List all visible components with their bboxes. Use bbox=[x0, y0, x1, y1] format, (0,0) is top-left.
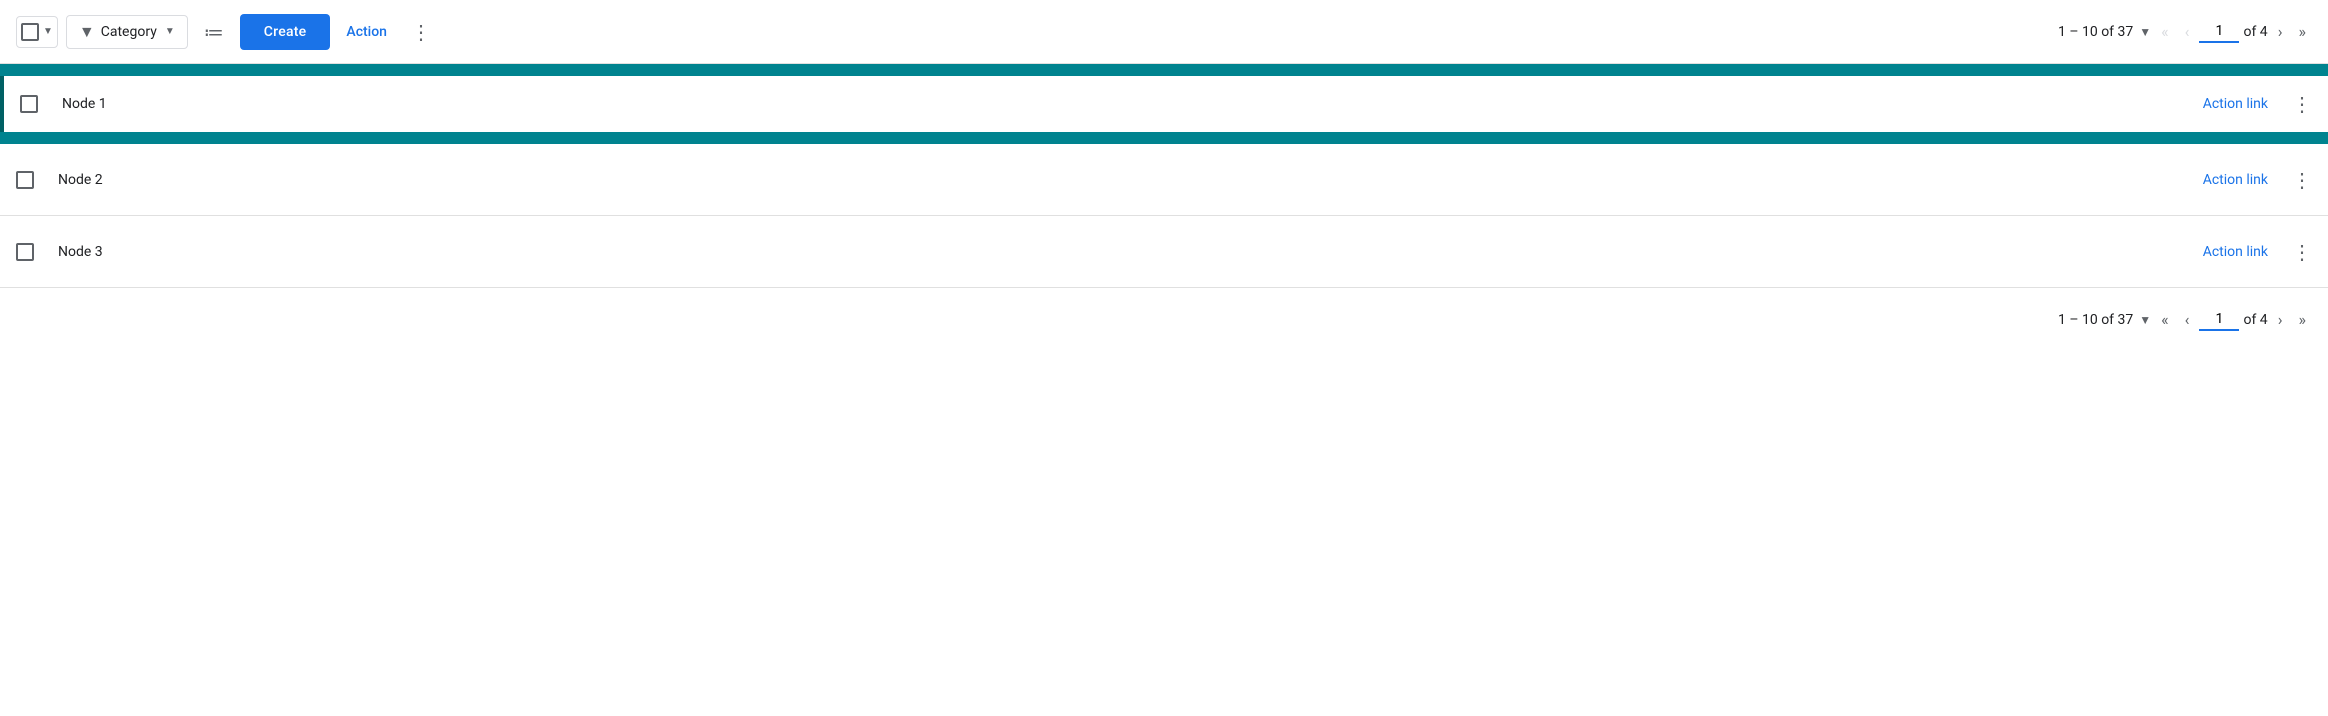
pagination-top-nav: « ‹ of 4 › » bbox=[2155, 16, 2312, 47]
row-1-more-button[interactable]: ⋮ bbox=[2292, 92, 2312, 116]
row-3-checkbox[interactable] bbox=[16, 243, 34, 261]
pagination-bottom-next-button[interactable]: › bbox=[2272, 304, 2289, 335]
action-label: Action bbox=[346, 24, 387, 40]
pagination-bottom-first-button[interactable]: « bbox=[2155, 304, 2175, 335]
row-1-checkbox[interactable] bbox=[20, 95, 38, 113]
pagination-bottom-last-button[interactable]: » bbox=[2293, 304, 2313, 335]
pagination-bottom-of-text: of 4 bbox=[2243, 312, 2267, 328]
pagination-bottom: 1 – 10 of 37 ▼ « ‹ of 4 › » bbox=[0, 288, 2328, 351]
pagination-bottom-page-input[interactable] bbox=[2199, 309, 2239, 331]
filter-label: Category bbox=[101, 24, 157, 40]
select-all-checkbox-dropdown[interactable]: ▼ bbox=[16, 16, 58, 48]
pagination-top-range[interactable]: 1 – 10 of 37 ▼ bbox=[2058, 24, 2151, 40]
row-1-label: Node 1 bbox=[62, 96, 2203, 112]
pagination-top-last-button[interactable]: » bbox=[2293, 16, 2313, 47]
pagination-bottom-range[interactable]: 1 – 10 of 37 ▼ bbox=[2058, 312, 2151, 328]
pagination-top-page-input[interactable] bbox=[2199, 21, 2239, 43]
table-row: Node 1 Action link ⋮ bbox=[0, 76, 2328, 132]
pagination-bottom-range-text: 1 – 10 of 37 bbox=[2058, 312, 2133, 328]
row-3-more-button[interactable]: ⋮ bbox=[2292, 240, 2312, 264]
sort-button[interactable]: ≔ bbox=[196, 12, 232, 52]
row-2-action-link[interactable]: Action link bbox=[2203, 172, 2268, 188]
pagination-top: 1 – 10 of 37 ▼ « ‹ of 4 › » bbox=[2058, 16, 2312, 47]
pagination-top-range-text: 1 – 10 of 37 bbox=[2058, 24, 2133, 40]
pagination-bottom-prev-button[interactable]: ‹ bbox=[2179, 304, 2196, 335]
row-3-label: Node 3 bbox=[58, 244, 2203, 260]
table-area: Node 1 Action link ⋮ Node 2 Action link … bbox=[0, 64, 2328, 288]
toolbar-more-icon: ⋮ bbox=[411, 20, 431, 44]
row-1-action-link[interactable]: Action link bbox=[2203, 96, 2268, 112]
toolbar-more-button[interactable]: ⋮ bbox=[403, 12, 439, 52]
selected-row-container: Node 1 Action link ⋮ bbox=[0, 64, 2328, 144]
filter-icon: ▼ bbox=[79, 22, 95, 42]
row-2-more-button[interactable]: ⋮ bbox=[2292, 168, 2312, 192]
table-row: Node 3 Action link ⋮ bbox=[0, 216, 2328, 288]
pagination-top-dropdown-icon: ▼ bbox=[2139, 25, 2151, 39]
pagination-top-first-button[interactable]: « bbox=[2155, 16, 2175, 47]
filter-dropdown-arrow-icon: ▼ bbox=[165, 26, 175, 37]
table-row: Node 2 Action link ⋮ bbox=[0, 144, 2328, 216]
create-button[interactable]: Create bbox=[240, 14, 331, 50]
row-3-action-link[interactable]: Action link bbox=[2203, 244, 2268, 260]
pagination-top-of-text: of 4 bbox=[2243, 24, 2267, 40]
row-2-label: Node 2 bbox=[58, 172, 2203, 188]
select-all-arrow-icon: ▼ bbox=[43, 26, 53, 37]
pagination-bottom-nav: « ‹ of 4 › » bbox=[2155, 304, 2312, 335]
action-button[interactable]: Action bbox=[338, 16, 395, 48]
filter-button[interactable]: ▼ Category ▼ bbox=[66, 15, 188, 49]
pagination-bottom-dropdown-icon: ▼ bbox=[2139, 313, 2151, 327]
select-all-checkbox[interactable] bbox=[21, 23, 39, 41]
pagination-top-next-button[interactable]: › bbox=[2272, 16, 2289, 47]
sort-icon: ≔ bbox=[204, 20, 224, 44]
toolbar: ▼ ▼ Category ▼ ≔ Create Action ⋮ 1 – 10 … bbox=[0, 0, 2328, 64]
create-label: Create bbox=[264, 24, 307, 40]
row-2-checkbox[interactable] bbox=[16, 171, 34, 189]
pagination-top-prev-button[interactable]: ‹ bbox=[2179, 16, 2196, 47]
